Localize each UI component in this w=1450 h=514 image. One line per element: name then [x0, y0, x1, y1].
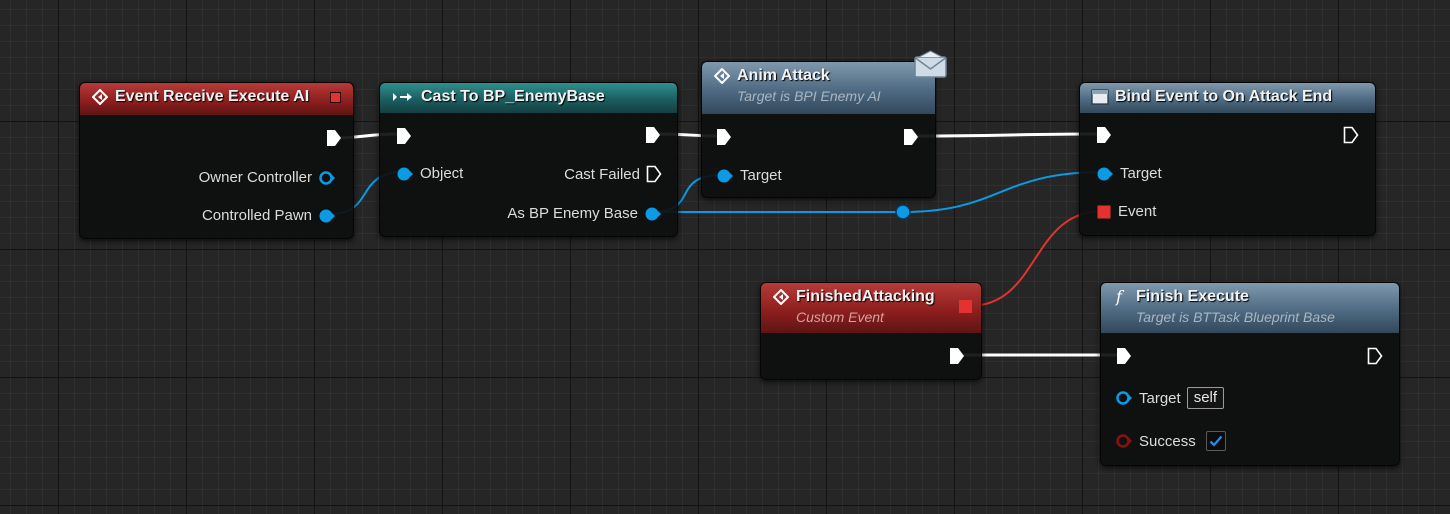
exec-output-row: [312, 129, 342, 147]
exec-output-pin[interactable]: [1367, 347, 1383, 365]
target-row: Target: [1096, 165, 1162, 182]
event-diamond-icon: [713, 67, 731, 85]
as-bp-enemy-base-row: As BP Enemy Base: [460, 205, 662, 222]
success-label: Success: [1139, 432, 1196, 450]
controlled-pawn-pin[interactable]: [318, 208, 336, 224]
node-title: Cast To BP_EnemyBase: [421, 88, 605, 105]
exec-output-pin[interactable]: [903, 128, 919, 146]
event-row: Event: [1097, 203, 1156, 220]
exec-input-pin[interactable]: [396, 127, 412, 145]
event-label: Event: [1118, 203, 1157, 220]
target-input-pin[interactable]: [1096, 166, 1114, 182]
reroute-node[interactable]: [895, 204, 911, 220]
bind-event-icon: [1091, 88, 1109, 106]
exec-input-pin[interactable]: [716, 128, 732, 146]
cast-failed-row: Cast Failed: [520, 165, 662, 183]
success-input-pin[interactable]: [1115, 433, 1133, 449]
node-header[interactable]: f Finish Execute Target is BTTask Bluepr…: [1101, 283, 1399, 333]
cast-failed-label: Cast Failed: [564, 165, 640, 183]
event-diamond-icon: [772, 288, 790, 306]
node-header[interactable]: Event Receive Execute AI: [80, 83, 353, 115]
target-label: Target: [740, 167, 782, 184]
anim-attack-node[interactable]: Anim Attack Target is BPI Enemy AI Targe…: [701, 61, 936, 198]
exec-input-pin[interactable]: [1096, 126, 1112, 144]
owner-controller-pin[interactable]: [318, 170, 336, 186]
exec-output-pin[interactable]: [326, 129, 342, 147]
target-input-pin[interactable]: [1115, 390, 1133, 406]
target-input-pin[interactable]: [716, 168, 734, 184]
node-title: Finish Execute: [1136, 288, 1249, 305]
svg-text:f: f: [1115, 288, 1125, 306]
target-default-value[interactable]: self: [1186, 387, 1225, 409]
object-input-pin[interactable]: [396, 166, 414, 182]
finish-execute-node[interactable]: f Finish Execute Target is BTTask Bluepr…: [1100, 282, 1400, 466]
exec-wire-anim-to-bind: [915, 132, 1098, 138]
checkmark-icon: [1209, 435, 1223, 447]
cast-arrow-icon: [391, 88, 415, 106]
event-diamond-icon: [91, 88, 109, 106]
node-subtitle: Target is BPI Enemy AI: [737, 88, 881, 104]
controlled-pawn-row: Controlled Pawn: [140, 207, 336, 224]
object-row: Object: [396, 165, 463, 182]
owner-controller-label: Owner Controller: [198, 169, 312, 186]
envelope-message-icon: [914, 50, 947, 78]
exec-output-pin[interactable]: [1343, 126, 1359, 144]
finished-attacking-node[interactable]: FinishedAttacking Custom Event: [760, 282, 982, 380]
cast-failed-pin[interactable]: [646, 165, 662, 183]
as-bp-enemy-base-pin[interactable]: [644, 206, 662, 222]
node-subtitle: Target is BTTask Blueprint Base: [1136, 309, 1335, 325]
success-row: Success: [1115, 431, 1226, 451]
controlled-pawn-label: Controlled Pawn: [201, 207, 312, 224]
node-title: Anim Attack: [737, 67, 830, 84]
node-header[interactable]: Bind Event to On Attack End: [1080, 83, 1375, 113]
bind-event-node[interactable]: Bind Event to On Attack End Target Event: [1079, 82, 1376, 236]
delegate-output-pin[interactable]: [330, 92, 341, 103]
target-row: Target self: [1115, 387, 1225, 409]
exec-input-pin[interactable]: [1116, 347, 1132, 365]
function-f-icon: f: [1112, 288, 1130, 306]
target-label: Target: [1120, 165, 1162, 182]
node-title: Event Receive Execute AI: [115, 88, 310, 105]
object-label: Object: [420, 165, 464, 182]
exec-output-pin[interactable]: [949, 347, 965, 365]
node-header[interactable]: FinishedAttacking Custom Event: [761, 283, 981, 333]
success-checkbox[interactable]: [1205, 431, 1226, 451]
event-delegate-pin[interactable]: [1097, 205, 1111, 219]
delegate-output-pin[interactable]: [959, 300, 972, 313]
exec-output-pin[interactable]: [645, 126, 661, 144]
node-header[interactable]: Anim Attack Target is BPI Enemy AI: [702, 62, 935, 114]
node-subtitle: Custom Event: [796, 309, 884, 325]
node-title: Bind Event to On Attack End: [1115, 88, 1333, 105]
cast-to-bp-enemybase-node[interactable]: Cast To BP_EnemyBase Object Cast Failed …: [379, 82, 678, 237]
as-bp-enemy-base-label: As BP Enemy Base: [507, 205, 638, 222]
node-header[interactable]: Cast To BP_EnemyBase: [380, 83, 677, 113]
target-row: Target: [716, 167, 782, 184]
target-label: Target: [1139, 389, 1181, 407]
node-title: FinishedAttacking: [796, 288, 935, 305]
owner-controller-row: Owner Controller: [140, 169, 336, 186]
event-receive-execute-ai-node[interactable]: Event Receive Execute AI Owner Controlle…: [79, 82, 354, 239]
